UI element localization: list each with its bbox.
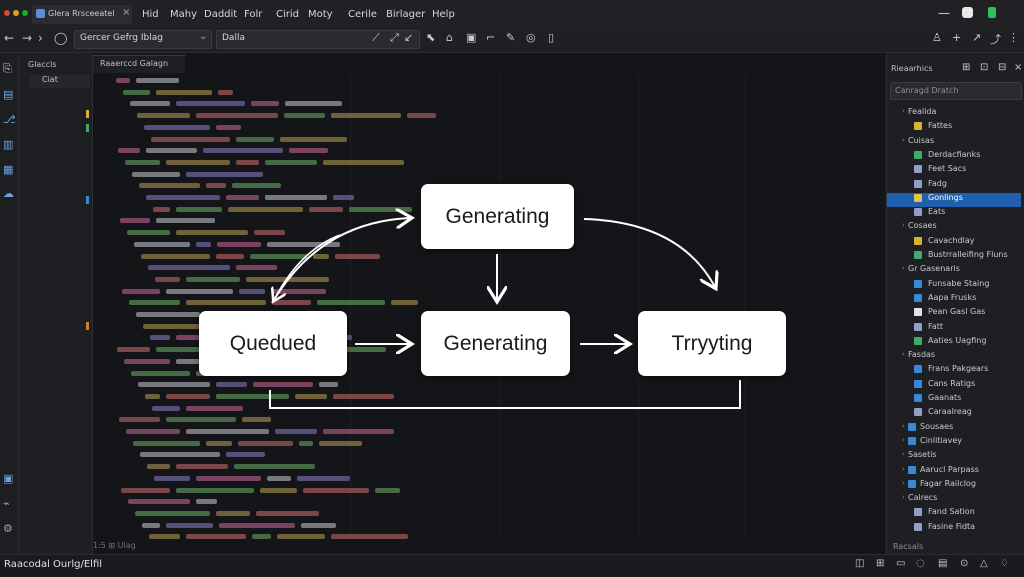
arrow-queued-to-top <box>271 218 410 304</box>
collapse-all-icon[interactable]: ⊟ <box>998 62 1006 73</box>
outline-item-label: Frans Pakgears <box>928 364 989 374</box>
item-icon <box>914 308 922 317</box>
outline-item-label: Eats <box>928 207 946 217</box>
layout-icon[interactable]: ▭ <box>896 558 905 569</box>
outline-item-label: Sousaes <box>920 421 954 431</box>
outline-item-label: Derdacfianks <box>928 149 981 159</box>
item-icon <box>914 379 922 388</box>
node-generating-top[interactable]: Generating <box>421 184 574 249</box>
item-icon <box>914 408 922 417</box>
outline-search-placeholder: Canragd Dratch <box>895 86 959 95</box>
outline-item-label: Aaties Uagfing <box>928 335 987 345</box>
close-panel-icon[interactable]: × <box>1014 62 1022 73</box>
outline-item-label: Fasdas <box>908 350 936 360</box>
item-icon <box>914 279 922 288</box>
outline-item-label: Cinlitiavey <box>920 435 962 445</box>
status-text: Raacodal Ourlg/Elfil <box>4 559 103 570</box>
arrow-top-to-trying <box>583 218 715 287</box>
outline-item-label: Gonlings <box>928 192 963 202</box>
outline-item-label: Caraalreag <box>928 407 972 417</box>
outline-item-label: Bustrralleifing Fluns <box>928 250 1008 259</box>
item-icon <box>914 251 922 259</box>
node-queued[interactable]: Quedued <box>199 311 347 376</box>
item-icon <box>914 293 922 302</box>
outline-item-label: Fattes <box>928 121 953 131</box>
outline-item-label: Cosaes <box>908 221 937 231</box>
chevron-right-icon[interactable]: › <box>902 450 905 458</box>
chevron-right-icon[interactable]: › <box>902 350 905 358</box>
chevron-right-icon[interactable]: › <box>902 107 905 115</box>
chevron-right-icon[interactable]: › <box>902 221 905 229</box>
outline-item-label: Pean Gasl Gas <box>928 307 986 317</box>
item-icon <box>914 193 922 202</box>
outline-item-label: Aapa Frusks <box>928 292 977 302</box>
chevron-right-icon[interactable]: › <box>902 479 905 487</box>
outline-item-label: Fand Sation <box>928 507 975 517</box>
item-icon <box>914 508 922 517</box>
outline-item-label: Cavachdlay <box>928 235 975 245</box>
item-icon <box>914 322 922 331</box>
outline-item-label: Gaanats <box>928 393 962 402</box>
chevron-right-icon[interactable]: › <box>902 422 905 430</box>
edit-icon[interactable]: ⊡ <box>980 62 988 73</box>
item-icon <box>908 479 916 488</box>
item-icon <box>914 179 922 188</box>
outline-item-label: Fadg <box>928 178 947 188</box>
outline-item-label: Cans Ratigs <box>928 378 976 388</box>
item-icon <box>908 465 916 474</box>
notification-icon[interactable]: ⊙ <box>960 558 968 569</box>
outline-item-label: Funsabe Staing <box>928 278 990 288</box>
outline-footer: Racsals <box>893 542 924 551</box>
sync-icon[interactable]: ◫ <box>855 558 864 569</box>
item-icon <box>914 122 922 131</box>
chevron-right-icon[interactable]: › <box>902 264 905 272</box>
item-icon <box>914 522 922 531</box>
feedback-icon[interactable]: ◌ <box>916 558 925 569</box>
item-icon <box>908 422 916 431</box>
outline-item-label: Aarucl Parpass <box>920 464 979 474</box>
outline-item-label: Sasetis <box>908 450 937 460</box>
item-icon <box>914 236 922 245</box>
outline-item-label: Cuisas <box>908 135 935 145</box>
outline-item-label: Fealida <box>908 107 937 116</box>
retry-loop-line <box>269 380 741 409</box>
new-file-icon[interactable]: ⊞ <box>962 62 970 73</box>
outline-item-label: Gr Gasenaris <box>908 264 960 274</box>
item-icon <box>914 208 922 217</box>
outline-item-label: Feet Sacs <box>928 164 967 174</box>
node-generating-middle[interactable]: Generating <box>421 311 570 376</box>
item-icon <box>908 436 916 445</box>
chevron-right-icon[interactable]: › <box>902 465 905 473</box>
outline-item-label: Calrecs <box>908 493 938 503</box>
outline-panel-title: Rieaarhics <box>891 64 933 73</box>
item-icon <box>914 150 922 159</box>
warning-icon[interactable]: △ <box>980 558 988 569</box>
chevron-right-icon[interactable]: › <box>902 136 905 144</box>
outline-item-label: Fagar Railclog <box>920 478 976 488</box>
item-icon <box>914 165 922 174</box>
flow-diagram <box>269 0 741 409</box>
item-icon <box>914 365 922 374</box>
outline-item-label: Fasine Fidta <box>928 521 976 531</box>
chevron-right-icon[interactable]: › <box>902 493 905 501</box>
bell-status-icon[interactable]: ♢ <box>1000 558 1009 569</box>
terminal-icon[interactable]: ▤ <box>938 558 947 569</box>
chevron-right-icon[interactable]: › <box>902 436 905 444</box>
item-icon <box>914 394 922 402</box>
grid-icon[interactable]: ⊞ <box>876 558 884 569</box>
outline-item-label: Fatt <box>928 321 944 331</box>
item-icon <box>914 336 922 345</box>
node-trying[interactable]: Trryyting <box>638 311 786 376</box>
arrow-top-to-queued <box>274 234 341 300</box>
status-bar <box>0 554 1024 577</box>
